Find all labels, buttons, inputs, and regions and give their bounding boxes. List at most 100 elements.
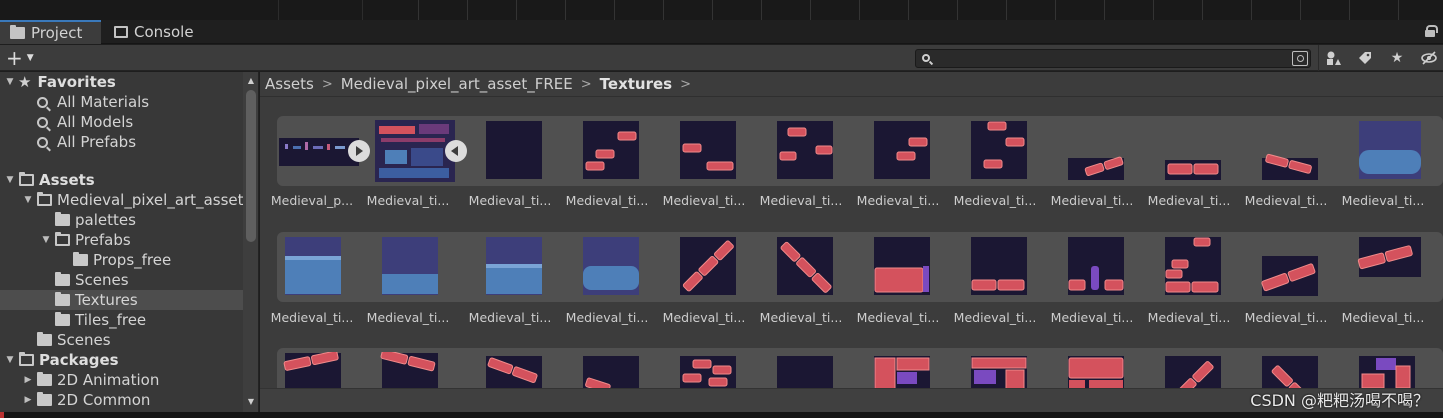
scroll-down-icon[interactable]: ▼ [246,397,256,407]
tree-item[interactable]: ▼ ★ Favorites [0,72,243,92]
scroll-up-icon[interactable]: ▲ [246,76,256,86]
tree-item[interactable]: ▼ Packages [0,350,243,370]
tree-item[interactable]: Textures [0,290,243,310]
asset-label[interactable]: Medieval_ti... [562,193,652,208]
asset-label[interactable]: Medieval_ti... [756,310,846,325]
tree-item[interactable]: Props_free [0,250,243,270]
tree-item[interactable]: ▶ 2D Animation [0,370,243,390]
tree-item[interactable]: All Prefabs [0,132,243,152]
folder-icon [10,25,25,39]
expand-sprite-icon[interactable] [348,140,370,162]
texture-thumbnail[interactable] [580,236,642,298]
favorite-star-icon[interactable]: ★ [1384,48,1410,68]
texture-thumbnail[interactable] [379,236,441,298]
tree-item[interactable]: Scenes [0,270,243,290]
asset-label[interactable]: Medieval_ti... [465,193,555,208]
texture-thumbnail[interactable] [580,120,642,182]
tree-scrollbar-thumb[interactable] [246,90,256,242]
chevron-down-icon[interactable]: ▼ [22,195,34,205]
search-icon [37,96,48,108]
tree-item[interactable]: palettes [0,210,243,230]
tab-project[interactable]: Project [0,20,101,44]
hidden-packages-icon[interactable] [1416,48,1442,68]
texture-thumbnail[interactable] [968,236,1030,298]
texture-thumbnail[interactable] [871,120,933,182]
texture-thumbnail[interactable] [968,120,1030,182]
asset-label[interactable]: Medieval_ti... [1047,193,1137,208]
plus-icon: + [6,46,23,70]
breadcrumb-item[interactable]: Assets [265,75,314,93]
chevron-down-icon[interactable]: ▼ [4,175,16,185]
asset-label[interactable]: Medieval_ti... [267,310,357,325]
texture-thumbnail[interactable] [282,236,344,298]
breadcrumb-item[interactable]: Medieval_pixel_art_asset_FREE [341,75,573,93]
tree-item[interactable]: ▼ Prefabs [0,230,243,250]
asset-labels-row: Medieval_ti... Medieval_ti... Medieval_ti.… [260,310,1443,328]
asset-label[interactable]: Medieval_ti... [950,310,1040,325]
lock-icon[interactable] [1425,25,1438,37]
texture-thumbnail[interactable] [483,120,545,182]
chevron-down-icon[interactable]: ▼ [4,77,16,87]
chevron-right-icon[interactable]: ▶ [22,395,34,405]
texture-thumbnail[interactable] [483,236,545,298]
asset-label[interactable]: Medieval_ti... [1144,193,1234,208]
tree-item[interactable]: ▶ 2D Common [0,390,243,410]
asset-label[interactable]: Medieval_ti... [1241,310,1331,325]
folder-icon [73,252,88,266]
tab-console[interactable]: Console [104,20,204,44]
tree-item-label: Assets [39,171,95,189]
texture-thumbnail[interactable] [1259,236,1321,298]
search-input[interactable] [936,51,1276,66]
asset-label[interactable]: Medieval_ti... [950,193,1040,208]
asset-label[interactable]: Medieval_ti... [562,310,652,325]
asset-label[interactable]: Medieval_ti... [756,193,846,208]
tree-item-label: Tiles_free [75,311,147,329]
collapse-sprite-icon[interactable] [445,140,467,162]
tree-item[interactable]: ▼ Medieval_pixel_art_asset_FREE [0,190,243,210]
asset-label[interactable]: Medieval_p... [267,193,357,208]
tree-item[interactable]: All Materials [0,92,243,112]
tree-item[interactable]: Tiles_free [0,310,243,330]
label-tag-icon[interactable] [1352,48,1378,68]
texture-thumbnail[interactable] [1162,236,1224,298]
asset-label[interactable]: Medieval_ti... [363,310,453,325]
texture-thumbnail[interactable] [1356,120,1422,182]
tree-item[interactable]: ▼ Assets [0,170,243,190]
asset-label[interactable]: Medieval_ti... [659,310,749,325]
texture-thumbnail[interactable] [1162,120,1224,182]
asset-label[interactable]: Medieval_ti... [363,193,453,208]
tree-item[interactable]: Scenes [0,330,243,350]
chevron-right-icon[interactable]: ▶ [22,375,34,385]
texture-thumbnail[interactable] [677,120,739,182]
asset-label[interactable]: Medieval_ti... [1338,193,1428,208]
chevron-down-icon[interactable]: ▼ [40,235,52,245]
tab-bar: Project Console [0,20,1443,44]
texture-thumbnail[interactable] [1259,120,1321,182]
tree-item-label: Textures [75,291,138,309]
asset-label[interactable]: Medieval_ti... [853,310,943,325]
asset-label[interactable]: Medieval_ti... [1241,193,1331,208]
texture-thumbnail[interactable] [774,120,836,182]
asset-label[interactable]: Medieval_ti... [659,193,749,208]
search-field[interactable] [915,49,1311,68]
texture-thumbnail[interactable] [871,236,933,298]
breadcrumb-current[interactable]: Textures [600,75,672,93]
texture-thumbnail[interactable] [774,236,836,298]
add-asset-button[interactable]: + ▼ [6,48,40,68]
search-by-type-icon[interactable] [1320,48,1346,68]
texture-thumbnail[interactable] [279,120,359,182]
texture-thumbnail[interactable] [1065,236,1127,298]
search-mode-icon[interactable] [1292,51,1308,66]
texture-thumbnail[interactable] [677,236,739,298]
texture-thumbnail[interactable] [1356,236,1422,298]
folder-icon [55,312,70,326]
asset-label[interactable]: Medieval_ti... [1047,310,1137,325]
tree-item[interactable]: All Models [0,112,243,132]
texture-thumbnail[interactable] [375,120,455,182]
asset-label[interactable]: Medieval_ti... [1144,310,1234,325]
asset-label[interactable]: Medieval_ti... [465,310,555,325]
texture-thumbnail[interactable] [1065,120,1127,182]
chevron-down-icon[interactable]: ▼ [4,355,16,365]
asset-label[interactable]: Medieval_ti... [853,193,943,208]
asset-label[interactable]: Medieval_ti... [1338,310,1428,325]
